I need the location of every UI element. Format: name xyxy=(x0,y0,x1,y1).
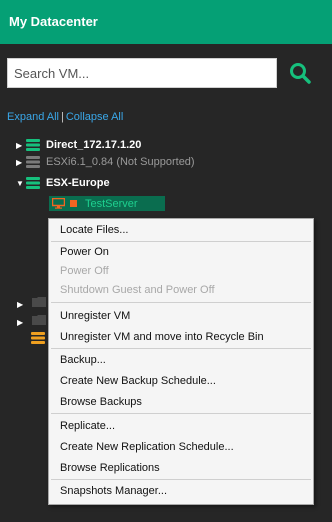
monitor-icon xyxy=(52,198,65,209)
menu-item-browse-replications[interactable]: Browse Replications xyxy=(49,458,313,478)
server-stack-icon xyxy=(26,139,40,151)
vm-label: TestServer xyxy=(85,197,138,210)
tree-controls: Expand All | Collapse All xyxy=(7,111,123,123)
folder-icon xyxy=(31,297,46,307)
menu-item-snapshots-manager[interactable]: Snapshots Manager... xyxy=(49,481,313,501)
collapse-all-link[interactable]: Collapse All xyxy=(66,111,123,123)
server-stack-icon xyxy=(26,177,40,189)
tree-item-host[interactable] xyxy=(31,331,45,349)
menu-item-power-on[interactable]: Power On xyxy=(49,242,313,262)
search-input[interactable] xyxy=(7,58,277,88)
server-stack-icon xyxy=(31,332,45,344)
vm-context-menu: Locate Files... Power On Power Off Shutd… xyxy=(48,218,314,505)
menu-item-create-replication-schedule[interactable]: Create New Replication Schedule... xyxy=(49,437,313,457)
menu-item-replicate[interactable]: Replicate... xyxy=(49,416,313,436)
host-label: ESX-Europe xyxy=(46,177,110,189)
menu-item-backup[interactable]: Backup... xyxy=(49,350,313,370)
collapse-arrow-icon[interactable]: ▼ xyxy=(16,179,26,188)
header-title: My Datacenter xyxy=(9,14,98,29)
expand-arrow-icon[interactable]: ▶ xyxy=(17,318,23,327)
menu-divider xyxy=(51,479,311,480)
search-box xyxy=(7,58,277,88)
host-label: Direct_172.17.1.20 xyxy=(46,139,142,151)
tree-item-host[interactable]: ▼ ESX-Europe xyxy=(16,175,110,191)
app-header: My Datacenter xyxy=(0,0,332,44)
tree-item-host[interactable]: ▶ Direct_172.17.1.20 xyxy=(16,137,141,153)
tree-item-host[interactable]: ▶ xyxy=(17,312,46,330)
server-stack-icon xyxy=(26,156,40,168)
menu-item-unregister-recycle[interactable]: Unregister VM and move into Recycle Bin xyxy=(49,327,313,347)
tree-controls-separator: | xyxy=(60,111,64,123)
menu-item-unregister-vm[interactable]: Unregister VM xyxy=(49,306,313,326)
tree-item-vm-selected[interactable]: TestServer xyxy=(49,196,165,211)
search-button[interactable] xyxy=(288,61,312,85)
expand-all-link[interactable]: Expand All xyxy=(7,111,59,123)
expand-arrow-icon[interactable]: ▶ xyxy=(16,158,26,167)
menu-item-shutdown-guest: Shutdown Guest and Power Off xyxy=(60,284,215,296)
menu-item-browse-backups[interactable]: Browse Backups xyxy=(49,392,313,412)
host-label: ESXi6.1_0.84 (Not Supported) xyxy=(46,156,195,168)
menu-divider xyxy=(51,413,311,414)
expand-arrow-icon[interactable]: ▶ xyxy=(17,300,23,309)
tree-item-host[interactable]: ▶ ESXi6.1_0.84 (Not Supported) xyxy=(16,154,195,170)
menu-divider xyxy=(51,302,311,303)
expand-arrow-icon[interactable]: ▶ xyxy=(16,141,26,150)
tree-item-host[interactable]: ▶ xyxy=(17,294,46,312)
menu-item-power-off: Power Off xyxy=(60,265,109,277)
search-icon xyxy=(290,63,311,84)
menu-divider xyxy=(51,348,311,349)
stopped-square-icon xyxy=(70,200,77,207)
menu-item-locate-files[interactable]: Locate Files... xyxy=(49,220,313,240)
folder-icon xyxy=(31,315,46,325)
menu-item-create-backup-schedule[interactable]: Create New Backup Schedule... xyxy=(49,371,313,391)
